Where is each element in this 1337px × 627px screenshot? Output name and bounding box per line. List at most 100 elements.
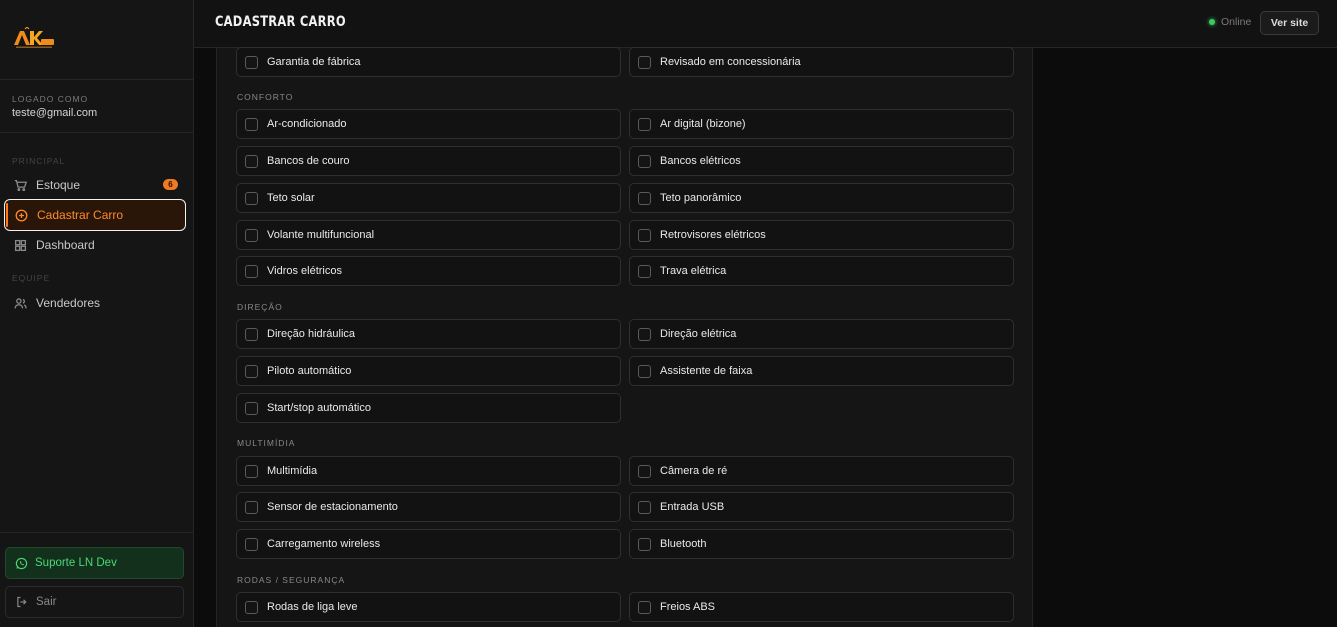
- option-label: Garantia de fábrica: [267, 56, 361, 68]
- checkbox-teto-solar[interactable]: Teto solar: [236, 183, 621, 213]
- checkbox-box[interactable]: [638, 228, 651, 242]
- sidebar-item-cadastrar-carro[interactable]: Cadastrar Carro: [4, 199, 186, 231]
- checkbox-box[interactable]: [638, 55, 651, 69]
- checkbox-sensor-estacionamento[interactable]: Sensor de estacionamento: [236, 492, 621, 522]
- plus-circle-icon: [15, 209, 28, 221]
- checkbox-ar-digital[interactable]: Ar digital (bizone): [629, 109, 1014, 139]
- section-equipe-label: EQUIPE: [12, 273, 51, 283]
- option-label: Revisado em concessionária: [660, 56, 801, 68]
- option-label: Direção elétrica: [660, 328, 737, 340]
- sidebar-item-dashboard[interactable]: Dashboard: [4, 229, 186, 261]
- page-title: CADASTRAR CARRO: [215, 14, 346, 30]
- option-label: Teto solar: [267, 192, 315, 204]
- option-label: Bluetooth: [660, 538, 707, 550]
- checkbox-volante-multifuncional[interactable]: Volante multifuncional: [236, 220, 621, 250]
- option-label: Bancos de couro: [267, 155, 350, 167]
- checkbox-entrada-usb[interactable]: Entrada USB: [629, 492, 1014, 522]
- checkbox-assistente-de-faixa[interactable]: Assistente de faixa: [629, 356, 1014, 386]
- checkbox-box[interactable]: [638, 364, 651, 378]
- option-label: Assistente de faixa: [660, 365, 753, 377]
- support-button[interactable]: Suporte LN Dev: [5, 547, 184, 579]
- logo-area: [0, 0, 193, 80]
- brand-logo[interactable]: [12, 27, 56, 49]
- option-label: Multimídia: [267, 465, 318, 477]
- checkbox-box[interactable]: [638, 537, 651, 551]
- checkbox-revisado-concessionaria[interactable]: Revisado em concessionária: [629, 47, 1014, 77]
- checkbox-camera-de-re[interactable]: Câmera de ré: [629, 456, 1014, 486]
- cart-icon: [14, 179, 27, 191]
- checkbox-piloto-automatico[interactable]: Piloto automático: [236, 356, 621, 386]
- checkbox-trava-eletrica[interactable]: Trava elétrica: [629, 256, 1014, 286]
- checkbox-box[interactable]: [245, 154, 258, 168]
- sidebar-item-label: Dashboard: [36, 238, 95, 252]
- sidebar-item-label: Estoque: [36, 178, 81, 192]
- checkbox-rodas-liga-leve[interactable]: Rodas de liga leve: [236, 592, 621, 622]
- checkbox-vidros-eletricos[interactable]: Vidros elétricos: [236, 256, 621, 286]
- status-dot-icon: [1209, 19, 1215, 25]
- category-multimidia-label: MULTIMÍDIA: [237, 438, 296, 448]
- checkbox-start-stop[interactable]: Start/stop automático: [236, 393, 621, 423]
- checkbox-bancos-eletricos[interactable]: Bancos elétricos: [629, 146, 1014, 176]
- features-form-panel[interactable]: Garantia de fábrica Revisado em concessi…: [216, 47, 1033, 627]
- checkbox-freios-abs[interactable]: Freios ABS: [629, 592, 1014, 622]
- option-label: Vidros elétricos: [267, 265, 342, 277]
- option-label: Retrovisores elétricos: [660, 229, 766, 241]
- category-conforto-label: CONFORTO: [237, 92, 294, 102]
- checkbox-multimidia[interactable]: Multimídia: [236, 456, 621, 486]
- checkbox-carregamento-wireless[interactable]: Carregamento wireless: [236, 529, 621, 559]
- sidebar-footer: Suporte LN Dev Sair: [0, 532, 193, 627]
- checkbox-box[interactable]: [638, 191, 651, 205]
- checkbox-garantia-de-fabrica[interactable]: Garantia de fábrica: [236, 47, 621, 77]
- user-email: teste@gmail.com: [12, 107, 98, 119]
- online-status: Online: [1209, 16, 1251, 28]
- checkbox-box[interactable]: [638, 464, 651, 478]
- checkbox-box[interactable]: [638, 117, 651, 131]
- option-label: Ar digital (bizone): [660, 118, 746, 130]
- checkbox-bancos-de-couro[interactable]: Bancos de couro: [236, 146, 621, 176]
- logout-label: Sair: [36, 596, 57, 608]
- option-label: Freios ABS: [660, 601, 716, 613]
- checkbox-box[interactable]: [638, 264, 651, 278]
- checkbox-box[interactable]: [245, 228, 258, 242]
- option-label: Rodas de liga leve: [267, 601, 358, 613]
- sidebar-item-label: Vendedores: [36, 296, 101, 310]
- checkbox-box[interactable]: [245, 264, 258, 278]
- checkbox-box[interactable]: [245, 600, 258, 614]
- option-label: Ar-condicionado: [267, 118, 347, 130]
- sidebar-item-label: Cadastrar Carro: [37, 208, 124, 222]
- checkbox-box[interactable]: [245, 117, 258, 131]
- sidebar-item-estoque[interactable]: Estoque 6: [4, 169, 186, 201]
- option-label: Sensor de estacionamento: [267, 501, 398, 513]
- checkbox-box[interactable]: [245, 191, 258, 205]
- checkbox-box[interactable]: [245, 401, 258, 415]
- logged-as-label: LOGADO COMO: [12, 94, 89, 104]
- logout-icon: [17, 596, 27, 608]
- checkbox-box[interactable]: [245, 500, 258, 514]
- user-info: LOGADO COMO teste@gmail.com: [0, 80, 193, 133]
- sidebar-item-vendedores[interactable]: Vendedores: [4, 287, 186, 319]
- checkbox-box[interactable]: [245, 364, 258, 378]
- option-label: Volante multifuncional: [267, 229, 375, 241]
- ver-site-button[interactable]: Ver site: [1260, 11, 1319, 35]
- checkbox-box[interactable]: [245, 537, 258, 551]
- grid-icon: [14, 239, 27, 251]
- checkbox-teto-panoramico[interactable]: Teto panorâmico: [629, 183, 1014, 213]
- checkbox-direcao-hidraulica[interactable]: Direção hidráulica: [236, 319, 621, 349]
- logout-button[interactable]: Sair: [5, 586, 184, 618]
- checkbox-box[interactable]: [245, 327, 258, 341]
- option-label: Piloto automático: [267, 365, 352, 377]
- checkbox-ar-condicionado[interactable]: Ar-condicionado: [236, 109, 621, 139]
- checkbox-bluetooth[interactable]: Bluetooth: [629, 529, 1014, 559]
- checkbox-box[interactable]: [638, 154, 651, 168]
- option-label: Trava elétrica: [660, 265, 727, 277]
- checkbox-box[interactable]: [638, 600, 651, 614]
- checkbox-box[interactable]: [638, 500, 651, 514]
- checkbox-box[interactable]: [638, 327, 651, 341]
- checkbox-retrovisores-eletricos[interactable]: Retrovisores elétricos: [629, 220, 1014, 250]
- checkbox-box[interactable]: [245, 464, 258, 478]
- checkbox-direcao-eletrica[interactable]: Direção elétrica: [629, 319, 1014, 349]
- option-label: Carregamento wireless: [267, 538, 381, 550]
- checkbox-box[interactable]: [245, 55, 258, 69]
- sidebar: LOGADO COMO teste@gmail.com PRINCIPAL Es…: [0, 0, 194, 627]
- stock-count-badge: 6: [163, 179, 178, 190]
